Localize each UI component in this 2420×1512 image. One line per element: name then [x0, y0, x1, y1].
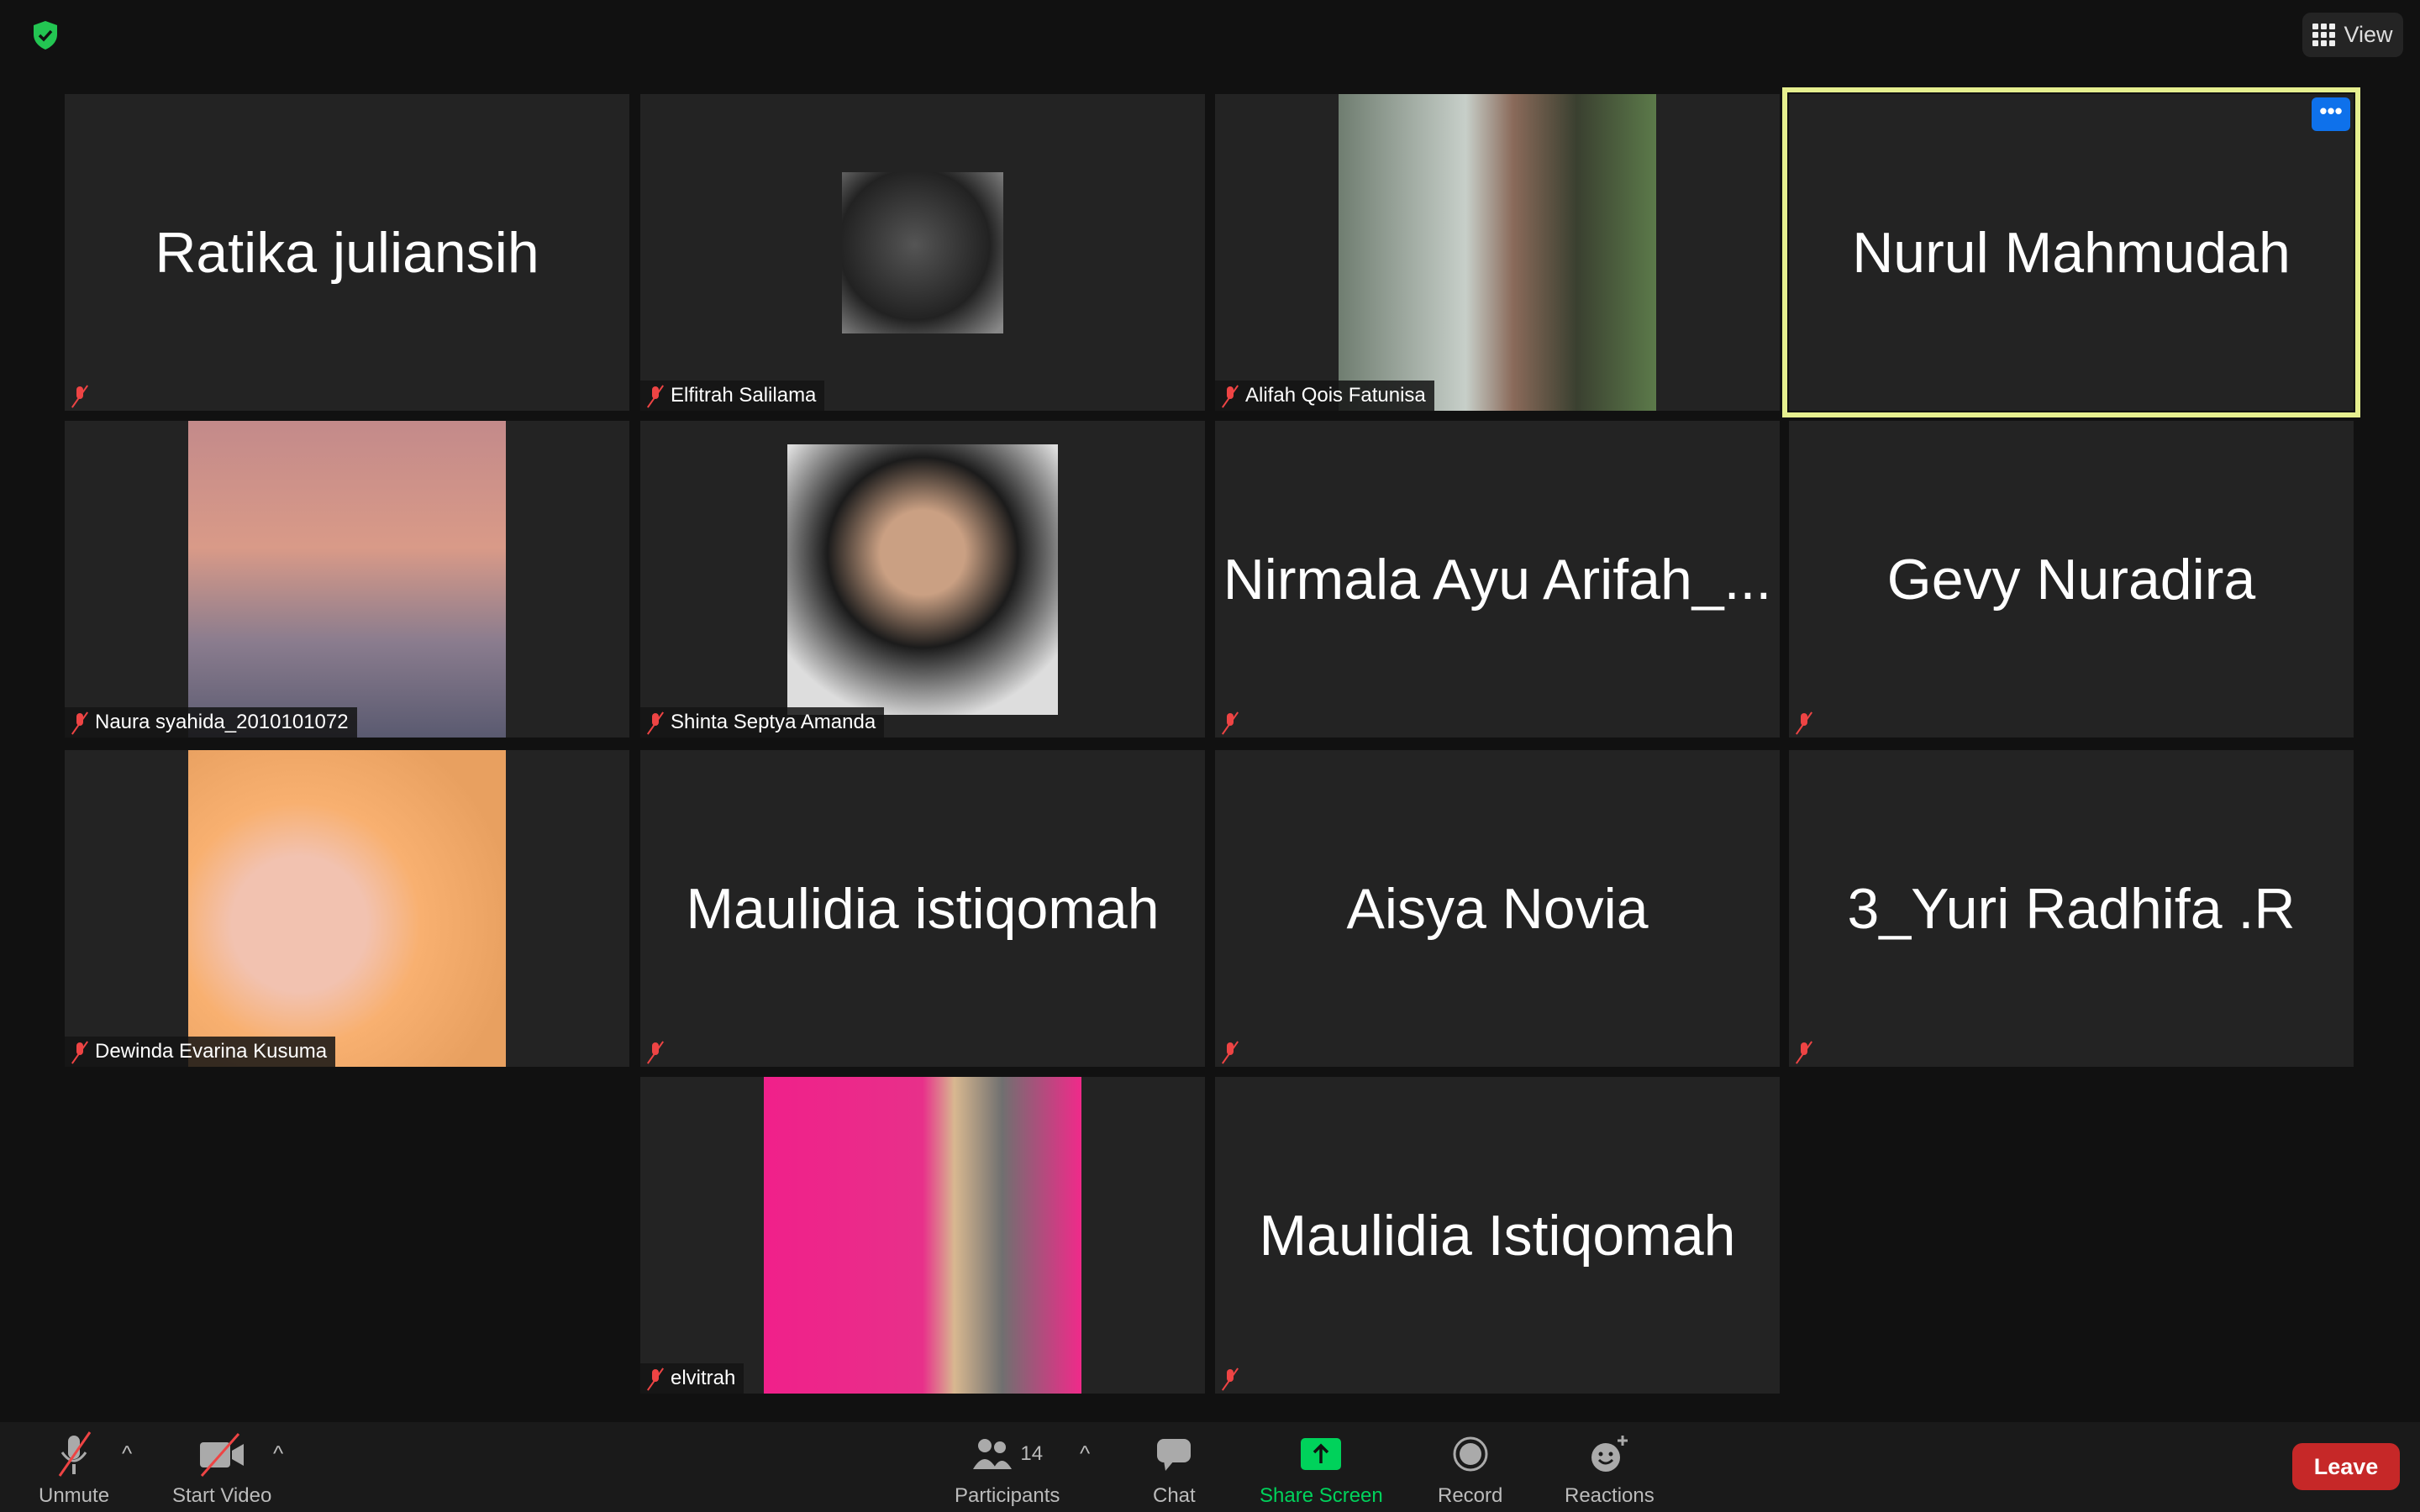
view-label: View [2344, 22, 2393, 47]
muted-mic-icon [58, 1431, 92, 1477]
shield-check-icon[interactable] [32, 20, 59, 50]
participant-count: 14 [1020, 1442, 1044, 1465]
participant-tile[interactable]: Maulidia istiqomah [640, 750, 1205, 1067]
participant-video [764, 1077, 1081, 1394]
participant-video [188, 750, 506, 1067]
participant-tile[interactable]: Shinta Septya Amanda [640, 421, 1205, 738]
participant-tile[interactable]: Elfitrah Salilama [640, 94, 1205, 411]
record-button[interactable]: Record [1438, 1431, 1502, 1508]
audio-options-caret-icon[interactable]: ^ [122, 1441, 132, 1467]
participant-tile[interactable]: Alifah Qois Fatunisa [1215, 94, 1780, 411]
muted-mic-icon [1220, 1040, 1240, 1063]
participant-name: Aisya Novia [1346, 876, 1649, 941]
participant-name: Elfitrah Salilama [671, 384, 817, 407]
share-screen-button[interactable]: Share Screen [1260, 1431, 1383, 1508]
participant-video [188, 421, 506, 738]
muted-mic-icon [70, 1040, 90, 1063]
participant-name: Maulidia Istiqomah [1259, 1203, 1736, 1268]
participant-video [787, 444, 1058, 715]
participant-tile-active-speaker[interactable]: Nurul Mahmudah ••• [1782, 87, 2360, 417]
chat-bubble-icon [1157, 1439, 1192, 1471]
participant-tile[interactable]: Nirmala Ayu Arifah_... [1215, 421, 1780, 738]
muted-mic-icon [1220, 1367, 1240, 1390]
participant-tile[interactable]: Gevy Nuradira [1789, 421, 2354, 738]
participant-tile[interactable]: Maulidia Istiqomah [1215, 1077, 1780, 1394]
video-off-icon [200, 1433, 245, 1477]
muted-mic-icon [645, 711, 666, 734]
grid-icon [2312, 24, 2336, 46]
muted-mic-icon [1220, 384, 1240, 407]
participants-button[interactable]: 14 Participants [955, 1431, 1060, 1508]
participant-video [842, 172, 1003, 333]
participant-name: Maulidia istiqomah [686, 876, 1160, 941]
participant-video [1339, 94, 1656, 411]
participant-name: 3_Yuri Radhifa .R [1847, 876, 2296, 941]
leave-button[interactable]: Leave [2292, 1443, 2400, 1490]
record-icon [1453, 1436, 1488, 1472]
view-button[interactable]: View [2302, 13, 2403, 57]
muted-mic-icon [70, 384, 90, 407]
participant-tile[interactable]: Naura syahida_2010101072 [65, 421, 629, 738]
unmute-button[interactable]: Unmute [39, 1431, 109, 1508]
video-options-caret-icon[interactable]: ^ [273, 1441, 283, 1467]
more-options-button[interactable]: ••• [2312, 97, 2350, 131]
muted-mic-icon [645, 384, 666, 407]
participant-tile[interactable]: elvitrah [640, 1077, 1205, 1394]
participant-tile[interactable]: Aisya Novia [1215, 750, 1780, 1067]
participants-icon [973, 1439, 1013, 1469]
participant-tile[interactable]: 3_Yuri Radhifa .R [1789, 750, 2354, 1067]
start-video-button[interactable]: Start Video [172, 1431, 271, 1508]
muted-mic-icon [645, 1367, 666, 1390]
reactions-button[interactable]: Reactions [1565, 1431, 1655, 1508]
share-screen-icon [1301, 1438, 1342, 1470]
participant-tile[interactable]: Ratika juliansih [65, 94, 629, 411]
participant-tile[interactable]: Dewinda Evarina Kusuma [65, 750, 629, 1067]
participants-options-caret-icon[interactable]: ^ [1080, 1441, 1090, 1467]
participant-name: Nurul Mahmudah [1852, 220, 2291, 285]
participant-name: Shinta Septya Amanda [671, 711, 876, 733]
reactions-smiley-icon [1591, 1436, 1628, 1472]
muted-mic-icon [1220, 711, 1240, 734]
muted-mic-icon [645, 1040, 666, 1063]
muted-mic-icon [1794, 1040, 1814, 1063]
participant-name: Naura syahida_2010101072 [95, 711, 349, 733]
meeting-toolbar: Unmute ^ Start Video ^ 14 Participants ^… [0, 1422, 2420, 1512]
muted-mic-icon [70, 711, 90, 734]
muted-mic-icon [1794, 711, 1814, 734]
participant-name: Dewinda Evarina Kusuma [95, 1040, 328, 1063]
participant-name: Nirmala Ayu Arifah_... [1223, 547, 1772, 612]
participant-name: elvitrah [671, 1367, 736, 1389]
participant-name: Alifah Qois Fatunisa [1245, 384, 1426, 407]
participant-name: Ratika juliansih [155, 220, 539, 285]
chat-button[interactable]: Chat [1153, 1431, 1196, 1508]
participant-name: Gevy Nuradira [1886, 547, 2256, 612]
